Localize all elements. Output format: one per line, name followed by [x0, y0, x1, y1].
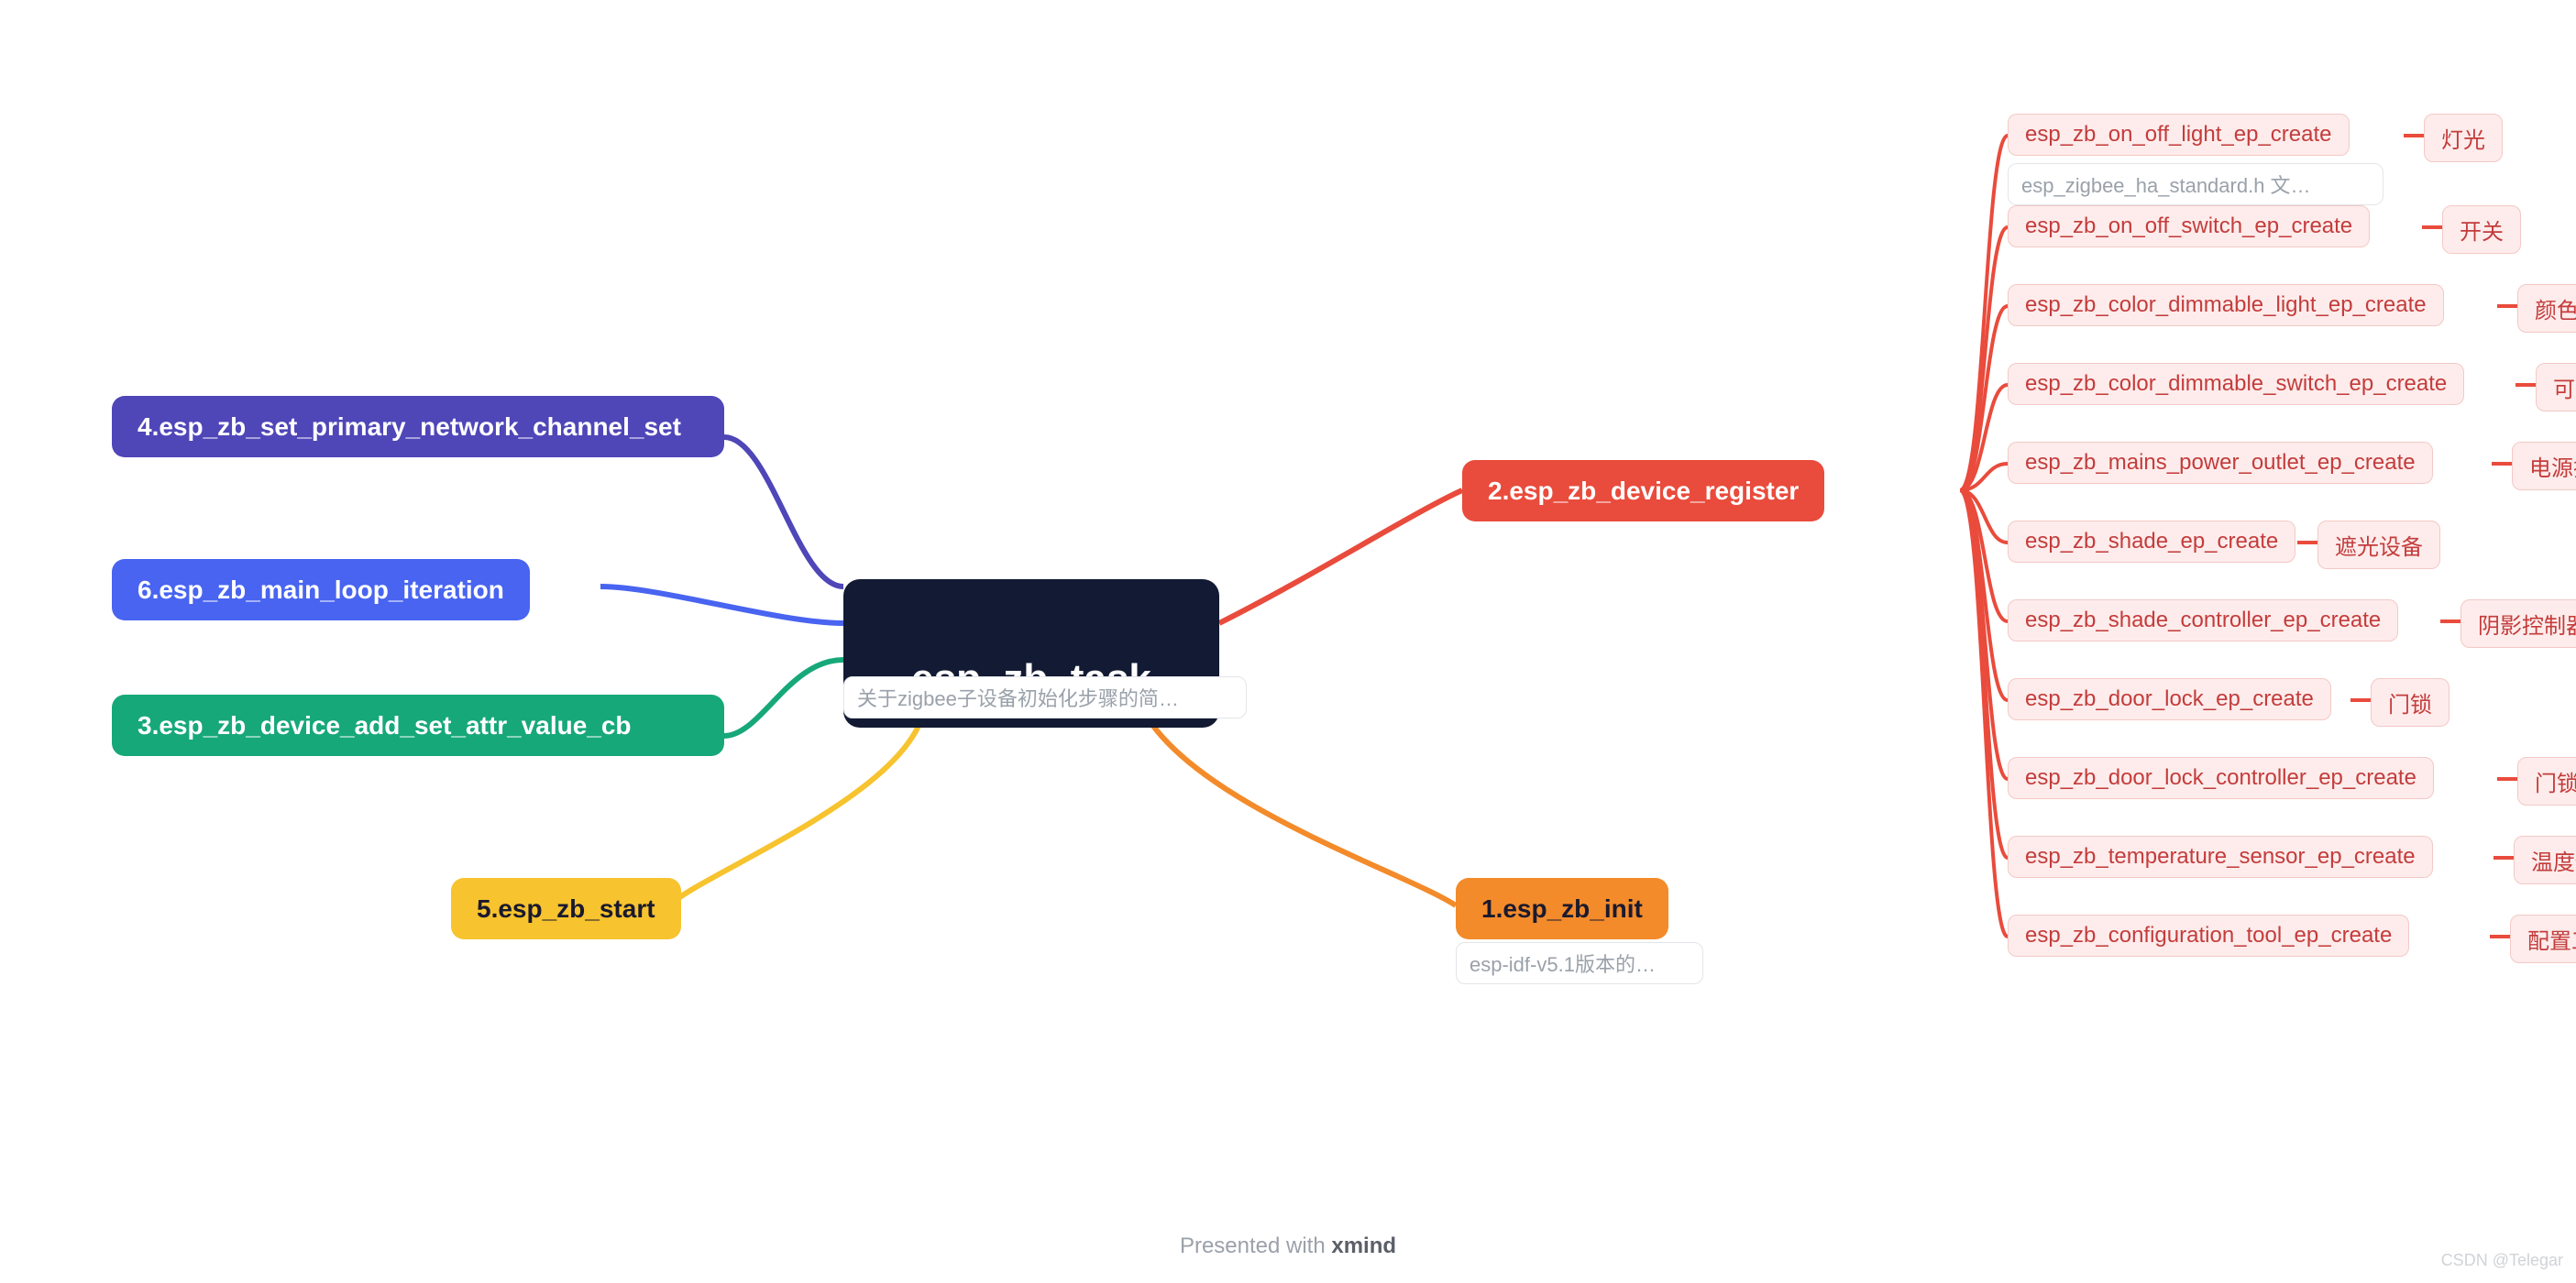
device-fn[interactable]: esp_zb_door_lock_controller_ep_create	[2008, 757, 2434, 799]
device-fn[interactable]: esp_zb_shade_controller_ep_create	[2008, 599, 2398, 642]
footer-brand: xmind	[1331, 1234, 1396, 1258]
node-1[interactable]: 1.esp_zb_init	[1456, 878, 1668, 939]
device-fn[interactable]: esp_zb_shade_ep_create	[2008, 521, 2295, 563]
device-desc[interactable]: 颜色可调光	[2517, 284, 2576, 333]
device-fn[interactable]: esp_zb_configuration_tool_ep_create	[2008, 915, 2409, 957]
node-4[interactable]: 4.esp_zb_set_primary_network_channel_set	[112, 396, 724, 457]
device-fn[interactable]: esp_zb_color_dimmable_switch_ep_create	[2008, 363, 2464, 405]
node-1-note: esp-idf-v5.1版本的…	[1456, 942, 1703, 984]
node-3[interactable]: 3.esp_zb_device_add_set_attr_value_cb	[112, 695, 724, 756]
device-fn[interactable]: esp_zb_door_lock_ep_create	[2008, 678, 2331, 720]
device-desc[interactable]: 温度传感器	[2514, 836, 2576, 884]
device-desc[interactable]: 遮光设备	[2317, 521, 2440, 569]
node-6[interactable]: 6.esp_zb_main_loop_iteration	[112, 559, 530, 620]
register-note: esp_zigbee_ha_standard.h 文…	[2008, 163, 2383, 205]
center-note: 关于zigbee子设备初始化步骤的简…	[843, 676, 1247, 718]
footer: Presented with xmind	[0, 1234, 2576, 1259]
device-desc[interactable]: 配置工具	[2510, 915, 2576, 963]
device-desc[interactable]: 电源插座	[2512, 442, 2576, 490]
device-desc[interactable]: 灯光	[2424, 114, 2503, 162]
device-fn[interactable]: esp_zb_on_off_light_ep_create	[2008, 114, 2350, 156]
device-desc[interactable]: 阴影控制器	[2460, 599, 2576, 648]
device-fn[interactable]: esp_zb_on_off_switch_ep_create	[2008, 205, 2370, 247]
device-fn[interactable]: esp_zb_mains_power_outlet_ep_create	[2008, 442, 2433, 484]
device-fn[interactable]: esp_zb_color_dimmable_light_ep_create	[2008, 284, 2444, 326]
footer-prefix: Presented with	[1180, 1234, 1331, 1258]
device-desc[interactable]: 可调开关	[2536, 363, 2576, 411]
node-2[interactable]: 2.esp_zb_device_register	[1462, 460, 1824, 521]
device-desc[interactable]: 门锁控制器	[2517, 757, 2576, 806]
device-fn[interactable]: esp_zb_temperature_sensor_ep_create	[2008, 836, 2433, 878]
watermark: CSDN @Telegar	[2441, 1251, 2563, 1270]
device-desc[interactable]: 开关	[2442, 205, 2521, 254]
node-5[interactable]: 5.esp_zb_start	[451, 878, 681, 939]
device-desc[interactable]: 门锁	[2371, 678, 2449, 727]
